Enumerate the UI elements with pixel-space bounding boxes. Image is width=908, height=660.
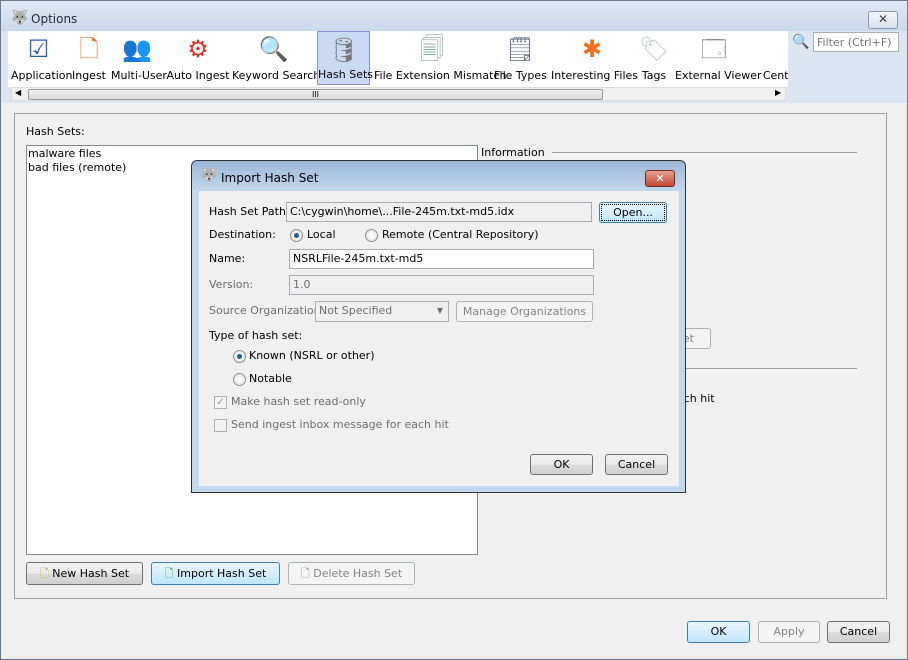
readonly-checkbox[interactable]: ✓ (214, 396, 227, 409)
dialog-ok-button[interactable]: OK (530, 454, 593, 475)
import-hash-set-button[interactable]: 🗋 Import Hash Set (151, 562, 280, 585)
search-icon: 🔍 (792, 34, 810, 50)
delete-file-icon: 🗋 (300, 567, 310, 580)
toolbar-item-label: Ingest (71, 69, 106, 82)
apply-button[interactable]: Apply (758, 621, 820, 643)
hash-sets-label: Hash Sets: (26, 125, 85, 138)
toolbar-item-file-types[interactable]: 🗒 File Types (494, 31, 547, 85)
manage-organizations-button[interactable]: Manage Organizations (456, 301, 593, 322)
inbox-message-checkbox[interactable] (214, 419, 227, 432)
toolbar-item-label: Centr (762, 69, 788, 82)
chevron-down-icon: ▼ (436, 306, 443, 315)
toolbar-item-hash-sets[interactable]: 🛢 Hash Sets (317, 31, 374, 85)
toolbar-item-label: File Types (494, 69, 547, 82)
window-icon: 🗔 (700, 35, 728, 63)
destination-local-label[interactable]: Local (307, 228, 336, 241)
path-label: Hash Set Path: (209, 205, 290, 218)
inbox-message-label[interactable]: Send ingest inbox message for each hit (231, 418, 449, 431)
magnifier-icon: 🔍 (258, 35, 289, 63)
toolbar-item-centr[interactable]: Centr (758, 31, 788, 85)
toolbar-item-file-extension-mismatch[interactable]: 🗐 File Extension Mismatch (374, 31, 507, 85)
type-notable-radio[interactable] (233, 373, 246, 386)
scrollbar-thumb[interactable]: III (28, 89, 603, 100)
dialog-close-button[interactable]: ✕ (645, 170, 675, 187)
name-label: Name: (209, 252, 246, 265)
readonly-label[interactable]: Make hash set read-only (231, 395, 366, 408)
new-file-icon: 🗋 (39, 567, 49, 580)
toolbar-item-label: External Viewer (675, 69, 762, 82)
toolbar-item-label: Tags (641, 69, 667, 82)
window-title: Options (31, 12, 78, 26)
name-input[interactable]: NSRLFile-245m.txt-md5 (289, 249, 594, 269)
toolbar-item-label: Hash Sets (318, 68, 374, 81)
delete-hash-set-button[interactable]: 🗋 Delete Hash Set (288, 562, 415, 585)
close-button[interactable]: ✕ (868, 11, 898, 29)
app-logo-icon: 🐺 (11, 10, 29, 26)
toolbar-item-label: Keyword Search (232, 69, 321, 82)
dialog-body: Hash Set Path: C:\cygwin\home\...File-24… (199, 191, 679, 486)
type-known-radio[interactable] (233, 350, 246, 363)
type-notable-label[interactable]: Notable (249, 372, 292, 385)
hash-set-path-field[interactable]: C:\cygwin\home\...File-245m.txt-md5.idx (286, 202, 592, 222)
list-item[interactable]: malware files (27, 146, 477, 160)
app-logo-icon: 🐺 (201, 168, 218, 183)
cancel-button[interactable]: Cancel (827, 621, 890, 643)
tag-icon: 🏷 (639, 35, 670, 63)
application-check-icon: ☑ (27, 35, 50, 63)
close-icon: ✕ (877, 12, 889, 26)
dialog-title: Import Hash Set (221, 171, 319, 185)
file-question-icon: 🗒 (505, 35, 536, 63)
version-input[interactable]: 1.0 (289, 275, 594, 295)
toolbar-item-label: Auto Ingest (166, 69, 230, 82)
destination-remote-radio[interactable] (365, 229, 378, 242)
ok-button[interactable]: OK (687, 621, 750, 643)
open-button[interactable]: Open... (599, 202, 667, 223)
toolbar-item-auto-ingest[interactable]: ⚙ Auto Ingest (166, 31, 230, 85)
close-icon: ✕ (655, 172, 665, 185)
ingest-icon: 🗋 (79, 35, 99, 63)
users-icon: 👥 (122, 35, 152, 63)
toolbar-item-application[interactable]: ☑ Application (11, 31, 73, 85)
destination-label: Destination: (209, 228, 276, 241)
toolbar-item-external-viewer[interactable]: 🗔 External Viewer (675, 31, 762, 85)
toolbar-item-keyword-search[interactable]: 🔍 Keyword Search (232, 31, 321, 85)
divider (552, 152, 857, 153)
filter-input[interactable] (813, 32, 899, 52)
import-file-icon: 🗋 (164, 567, 174, 580)
toolbar-item-interesting-files[interactable]: ✱ Interesting Files (551, 31, 639, 85)
toolbar-item-tags[interactable]: 🏷 Tags (635, 31, 673, 85)
toolbar-item-label: Multi-User (111, 69, 167, 82)
information-label: Information (481, 146, 545, 159)
options-toolbar: ☑ Application 🗋 Ingest 👥 Multi-User ⚙ Auto Inge… (8, 31, 788, 87)
toolbar-scrollbar[interactable]: ◀ III ▶ (11, 87, 786, 101)
toolbar-item-label: File Extension Mismatch (374, 69, 507, 82)
gears-icon: ⚙ (187, 35, 209, 63)
type-label: Type of hash set: (209, 329, 303, 342)
toolbar-item-ingest[interactable]: 🗋 Ingest (69, 31, 109, 85)
version-label: Version: (209, 278, 254, 291)
destination-local-radio[interactable] (290, 229, 303, 242)
dialog-cancel-button[interactable]: Cancel (605, 454, 668, 475)
destination-remote-label[interactable]: Remote (Central Repository) (382, 228, 539, 241)
documents-icon: 🗐 (420, 35, 444, 63)
source-organization-select[interactable]: Not Specified ▼ (315, 301, 449, 322)
database-icon: 🛢 (328, 36, 359, 64)
source-organization-label: Source Organization: (209, 304, 325, 317)
toolbar-item-label: Application (11, 69, 73, 82)
type-known-label[interactable]: Known (NSRL or other) (249, 349, 375, 362)
asterisk-icon: ✱ (581, 35, 603, 63)
scroll-right-icon[interactable]: ▶ (775, 88, 781, 97)
toolbar-item-label: Interesting Files (551, 69, 639, 82)
new-hash-set-button[interactable]: 🗋 New Hash Set (26, 562, 143, 585)
import-hash-set-dialog: 🐺 Import Hash Set ✕ Hash Set Path: C:\cy… (191, 160, 686, 493)
toolbar-item-multi-user[interactable]: 👥 Multi-User (111, 31, 167, 85)
scroll-left-icon[interactable]: ◀ (15, 88, 21, 97)
